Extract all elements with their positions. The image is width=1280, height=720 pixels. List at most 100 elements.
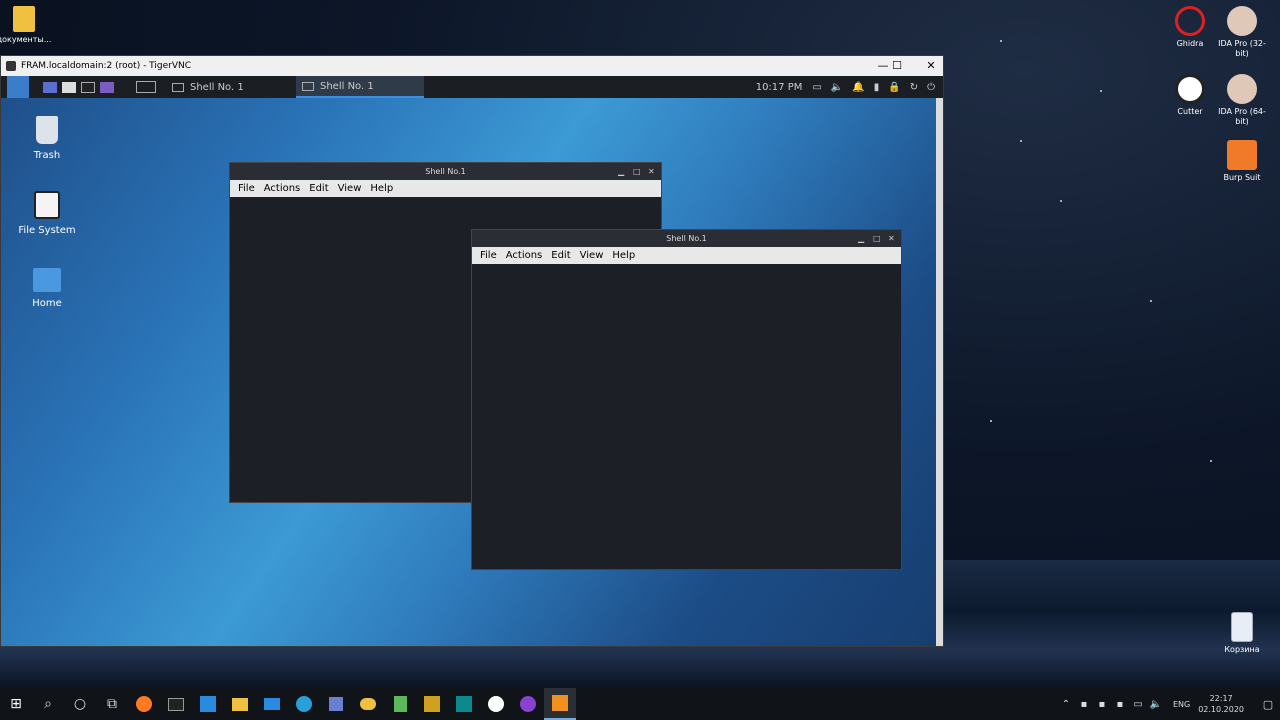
notepad-icon[interactable] <box>384 688 416 720</box>
host-icon-documents[interactable]: документы... <box>0 6 54 45</box>
app-icon[interactable] <box>448 688 480 720</box>
power-icon[interactable]: ⏻ <box>927 82 935 93</box>
terminal-icon <box>172 82 184 92</box>
burp-icon <box>1227 140 1257 170</box>
taskbar: ⊞ ⌕ ○ ⧉ ⌃ ▪ ▪ ▪ ▭ 🔈 ENG 22:17 02.10.2020… <box>0 688 1280 720</box>
vnc-logo-icon <box>6 61 16 71</box>
star <box>1020 140 1022 142</box>
tab-shell-1[interactable]: Shell No. 1 <box>168 82 296 93</box>
home-folder-icon <box>33 268 61 292</box>
menu-view[interactable]: View <box>338 180 362 197</box>
mail-icon[interactable] <box>256 688 288 720</box>
kali-desktop: Trash File System Home Shell No.1 ▁ □ ✕ … <box>1 98 936 646</box>
desktop-icon-trash[interactable]: Trash <box>7 116 87 161</box>
save-icon[interactable] <box>320 688 352 720</box>
task-view-icon[interactable]: ⧉ <box>96 688 128 720</box>
terminal-output[interactable] <box>230 197 661 203</box>
terminal-window-2-gef[interactable]: Shell No.1 ▁ □ ✕ File Actions Edit View … <box>471 229 902 570</box>
recycle-bin-icon <box>1231 612 1253 642</box>
gef-output[interactable] <box>472 264 901 270</box>
volume-icon[interactable]: 🔈 <box>1147 688 1165 720</box>
tray-app-icon[interactable]: ▪ <box>1075 688 1093 720</box>
terminal-menubar: File Actions Edit View Help <box>230 180 661 197</box>
notification-icon[interactable]: 🔔 <box>852 82 864 93</box>
menu-help[interactable]: Help <box>612 247 635 264</box>
tray-app-icon[interactable]: ▪ <box>1111 688 1129 720</box>
host-icon-ghidra[interactable]: Ghidra <box>1160 6 1220 49</box>
menu-view[interactable]: View <box>580 247 604 264</box>
minimize-icon[interactable]: ▁ <box>618 163 624 180</box>
app-icon[interactable] <box>512 688 544 720</box>
vnc-title: FRAM.localdomain:2 (root) - TigerVNC <box>21 61 192 71</box>
language-indicator[interactable]: ENG <box>1173 700 1190 709</box>
start-icon[interactable]: ⊞ <box>0 688 32 720</box>
minimize-icon[interactable]: ▁ <box>858 230 864 247</box>
workspace-icon[interactable] <box>136 81 156 93</box>
files-icon[interactable] <box>62 81 76 93</box>
terminal-titlebar[interactable]: Shell No.1 ▁ □ ✕ <box>472 230 901 247</box>
close-icon[interactable]: ✕ <box>888 230 895 247</box>
chevron-up-icon[interactable]: ⌃ <box>1057 688 1075 720</box>
firefox-icon[interactable] <box>128 688 160 720</box>
app-icon[interactable] <box>352 688 384 720</box>
battery-icon[interactable]: ▮ <box>874 82 880 93</box>
vnc-scrollbar[interactable] <box>936 98 943 646</box>
kali-panel: Shell No. 1 Shell No. 1 10:17 PM ▭ 🔈 🔔 ▮… <box>1 76 943 98</box>
star <box>1100 90 1102 92</box>
star <box>1210 460 1212 462</box>
cutter-icon <box>1175 74 1205 104</box>
network-icon[interactable]: ▭ <box>1129 688 1147 720</box>
menu-file[interactable]: File <box>480 247 497 264</box>
maximize-icon[interactable]: □ <box>873 230 881 247</box>
desktop-icon-home[interactable]: Home <box>7 268 87 309</box>
star <box>1000 40 1002 42</box>
browser-icon[interactable] <box>100 81 114 93</box>
terminal-menubar: File Actions Edit View Help <box>472 247 901 264</box>
star <box>1150 300 1152 302</box>
menu-edit[interactable]: Edit <box>551 247 570 264</box>
menu-edit[interactable]: Edit <box>309 180 328 197</box>
system-clock[interactable]: 22:17 02.10.2020 <box>1198 693 1244 715</box>
host-icon-ida32[interactable]: IDA Pro (32-bit) <box>1212 6 1272 59</box>
close-icon[interactable]: ✕ <box>648 163 655 180</box>
menu-file[interactable]: File <box>238 180 255 197</box>
cortana-icon[interactable]: ○ <box>64 688 96 720</box>
vnc-titlebar[interactable]: FRAM.localdomain:2 (root) - TigerVNC — ☐… <box>1 56 943 76</box>
kali-menu-icon[interactable] <box>7 76 29 98</box>
star <box>1060 200 1062 202</box>
maximize-icon[interactable]: □ <box>633 163 641 180</box>
launcher-icon[interactable] <box>43 81 57 93</box>
refresh-icon[interactable]: ↻ <box>910 82 918 93</box>
display-icon[interactable]: ▭ <box>812 82 821 93</box>
app-icon[interactable] <box>416 688 448 720</box>
host-icon-cutter[interactable]: Cutter <box>1160 74 1220 117</box>
terminal-icon[interactable] <box>81 81 95 93</box>
tab-shell-2[interactable]: Shell No. 1 <box>296 76 424 98</box>
host-icon-ida64[interactable]: IDA Pro (64-bit) <box>1212 74 1272 127</box>
yandex-icon[interactable] <box>480 688 512 720</box>
panel-clock[interactable]: 10:17 PM <box>756 82 803 93</box>
terminal-titlebar[interactable]: Shell No.1 ▁ □ ✕ <box>230 163 661 180</box>
menu-actions[interactable]: Actions <box>506 247 543 264</box>
tray-app-icon[interactable]: ▪ <box>1093 688 1111 720</box>
vscode-icon[interactable] <box>192 688 224 720</box>
host-icon-burp[interactable]: Burp Suit <box>1212 140 1272 183</box>
explorer-icon[interactable] <box>224 688 256 720</box>
ghidra-icon <box>1175 6 1205 36</box>
terminal-icon[interactable] <box>160 688 192 720</box>
tigervnc-icon[interactable] <box>544 688 576 720</box>
folder-icon <box>13 6 35 32</box>
drive-icon <box>34 191 60 219</box>
volume-icon[interactable]: 🔈 <box>831 82 843 93</box>
search-icon[interactable]: ⌕ <box>32 688 64 720</box>
notification-center-icon[interactable]: ▢ <box>1256 688 1280 720</box>
host-icon-recycle-bin[interactable]: Корзина <box>1212 612 1272 655</box>
menu-actions[interactable]: Actions <box>264 180 301 197</box>
close-icon[interactable]: ✕ <box>911 56 951 76</box>
vnc-window[interactable]: FRAM.localdomain:2 (root) - TigerVNC — ☐… <box>0 55 944 647</box>
menu-help[interactable]: Help <box>370 180 393 197</box>
lock-icon[interactable]: 🔒 <box>888 82 900 93</box>
telegram-icon[interactable] <box>288 688 320 720</box>
trash-icon <box>36 116 58 144</box>
desktop-icon-filesystem[interactable]: File System <box>7 191 87 236</box>
